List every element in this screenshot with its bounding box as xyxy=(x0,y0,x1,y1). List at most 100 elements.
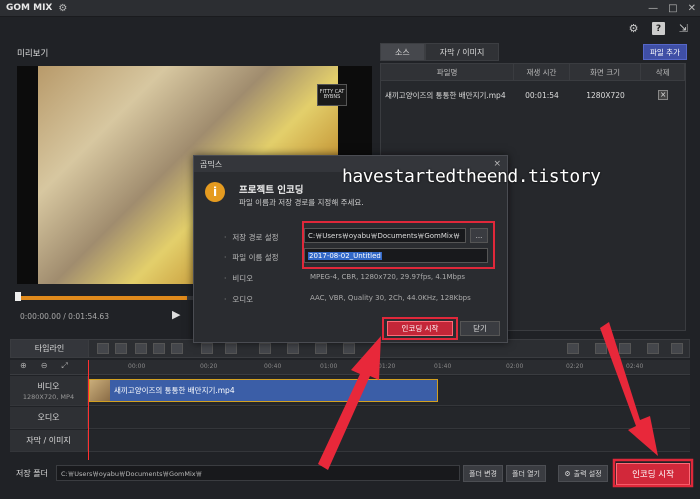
file-resolution: 1280X720 xyxy=(586,90,625,100)
highlight-box xyxy=(382,317,458,340)
file-name: 새끼고양이즈의 통통한 배만지기.mp4 xyxy=(385,90,506,100)
track-title: 자막 / 이미지 xyxy=(26,436,71,445)
seek-handle[interactable] xyxy=(15,292,21,301)
track-header-subtitle: 자막 / 이미지 xyxy=(10,430,88,451)
undo-icon[interactable] xyxy=(97,343,109,354)
folder-change-button[interactable]: 폴더 변경 xyxy=(463,465,503,482)
save-folder-path[interactable]: C:￦Users￦oyabu￦Documents￦GomMix￦ xyxy=(56,465,460,481)
ruler-tick: 02:00 xyxy=(506,363,524,370)
edit-icon[interactable] xyxy=(315,343,327,354)
save-path-label: 저장 경로 설정 xyxy=(224,232,278,243)
app-title: GOM MIX xyxy=(6,3,53,13)
audio-settings: AAC, VBR, Quality 30, 2Ch, 44.0KHz, 128K… xyxy=(310,294,471,302)
column-delete: 삭제 xyxy=(641,64,686,80)
column-duration: 재생 시간 xyxy=(514,64,570,80)
save-icon[interactable] xyxy=(619,343,631,354)
table-row[interactable]: 새끼고양이즈의 통통한 배만지기.mp4 00:01:54 1280X720 × xyxy=(381,81,685,109)
blog-watermark: havestartedtheend.tistory xyxy=(342,166,601,187)
tab-subtitle-image[interactable]: 자막 / 이미지 xyxy=(424,43,500,61)
column-filename: 파일명 xyxy=(381,64,515,80)
save-folder-label: 저장 폴더 xyxy=(16,469,48,478)
track-header-audio: 오디오 xyxy=(10,407,88,428)
redo-icon[interactable] xyxy=(115,343,127,354)
mute-icon[interactable] xyxy=(259,343,271,354)
ruler-tick: 00:40 xyxy=(264,363,282,370)
info-icon: i xyxy=(205,182,225,202)
playhead[interactable] xyxy=(88,360,89,460)
tab-source[interactable]: 소스 xyxy=(380,43,425,61)
ruler-tick: 02:40 xyxy=(626,363,644,370)
column-resolution: 화면 크기 xyxy=(570,64,642,80)
dialog-subtitle: 파일 이름과 저장 경로를 지정해 주세요. xyxy=(239,198,364,207)
track-header-video: 비디오 1280X720, MP4 xyxy=(10,376,88,405)
clip-thumbnail xyxy=(90,380,110,401)
split-icon[interactable] xyxy=(153,343,165,354)
preview-label: 미리보기 xyxy=(17,49,49,59)
video-track: 비디오 1280X720, MP4 새끼고양이즈의 통통한 배만지기.mp4 xyxy=(10,376,690,406)
filter-icon[interactable] xyxy=(343,343,355,354)
zoom-in-icon[interactable]: ⊕ xyxy=(20,361,27,371)
filename-label: 파일 이름 설정 xyxy=(224,252,278,263)
fit-icon[interactable]: ⤢ xyxy=(61,361,67,371)
audio-label: 오디오 xyxy=(224,294,253,305)
track-title: 오디오 xyxy=(37,413,60,422)
ruler-tick: 00:00 xyxy=(128,363,146,370)
delete-icon[interactable]: × xyxy=(658,90,669,100)
track-subtitle: 1280X720, MP4 xyxy=(22,392,75,401)
timecode: 0:00:00.00 / 0:01:54.63 xyxy=(20,312,109,321)
delete-clip-icon[interactable] xyxy=(135,343,147,354)
settings-icon[interactable]: ⚙ xyxy=(627,22,640,35)
crop-icon[interactable] xyxy=(171,343,183,354)
minimize-icon[interactable]: — xyxy=(648,3,658,14)
play-icon[interactable]: ▶ xyxy=(172,308,186,322)
close-icon[interactable]: ✕ xyxy=(688,3,696,14)
delete-cell: × xyxy=(641,90,685,100)
ruler-tick: 01:00 xyxy=(320,363,338,370)
dialog-heading: 프로젝트 인코딩 xyxy=(239,185,304,196)
window-controls: — □ ✕ xyxy=(648,0,696,17)
image-icon[interactable] xyxy=(647,343,659,354)
maximize-icon[interactable]: □ xyxy=(668,3,677,14)
ruler-tick: 01:20 xyxy=(378,363,396,370)
encode-start-button[interactable]: 인코딩 시작 xyxy=(616,463,690,485)
seek-progress xyxy=(17,296,188,300)
highlight-box xyxy=(302,221,495,269)
track-title: 비디오 xyxy=(37,381,60,391)
dialog-close-button[interactable]: 닫기 xyxy=(460,321,500,336)
top-icons: ⚙ ? ⇲ xyxy=(627,22,690,35)
add-track-icon[interactable] xyxy=(567,343,579,354)
file-tabs: 소스 자막 / 이미지 xyxy=(380,43,500,61)
transition-icon[interactable] xyxy=(287,343,299,354)
ruler-tick: 01:40 xyxy=(434,363,452,370)
video-label: 비디오 xyxy=(224,273,253,284)
title-bar: GOM MIX ⚙ — □ ✕ xyxy=(0,0,700,17)
clip-name: 새끼고양이즈의 통통한 배만지기.mp4 xyxy=(114,386,235,395)
video-settings: MPEG-4, CBR, 1280x720, 29.97fps, 4.1Mbps xyxy=(310,273,466,281)
video-clip[interactable]: 새끼고양이즈의 통통한 배만지기.mp4 xyxy=(89,379,438,402)
ruler-tick: 02:20 xyxy=(566,363,584,370)
file-table-header: 파일명 재생 시간 화면 크기 삭제 xyxy=(381,64,686,81)
dialog-title: 곰믹스 xyxy=(200,159,223,169)
move-right-icon[interactable] xyxy=(225,343,237,354)
gear-icon: ⚙ xyxy=(564,469,571,478)
zoom-out-icon[interactable]: ⊖ xyxy=(41,361,48,371)
help-icon[interactable]: ? xyxy=(652,22,665,35)
timeline-label: 타임라인 xyxy=(11,340,89,357)
zoom-controls: ⊕ ⊖ ⤢ xyxy=(20,361,68,371)
video-watermark: FITTY CAT BYBNS xyxy=(317,84,347,106)
timeline-ruler[interactable]: ⊕ ⊖ ⤢ 00:00 00:20 00:40 01:00 01:20 01:4… xyxy=(10,360,690,375)
audio-track: 오디오 xyxy=(10,407,690,429)
gear-icon[interactable]: ⚙ xyxy=(58,3,67,14)
output-settings-button[interactable]: ⚙ 출력 설정 xyxy=(558,465,608,482)
text-icon[interactable] xyxy=(671,343,683,354)
add-file-button[interactable]: 파일 추가 xyxy=(643,44,687,60)
move-left-icon[interactable] xyxy=(201,343,213,354)
file-duration: 00:01:54 xyxy=(525,90,559,100)
ruler-tick: 00:20 xyxy=(200,363,218,370)
bottom-bar: 저장 폴더 C:￦Users￦oyabu￦Documents￦GomMix￦ 폴… xyxy=(10,463,690,485)
output-settings-label: 출력 설정 xyxy=(573,469,602,478)
subtitle-track: 자막 / 이미지 xyxy=(10,430,690,452)
export-icon[interactable]: ⇲ xyxy=(677,22,690,35)
folder-open-button[interactable]: 폴더 열기 xyxy=(506,465,546,482)
folder-icon[interactable] xyxy=(595,343,607,354)
